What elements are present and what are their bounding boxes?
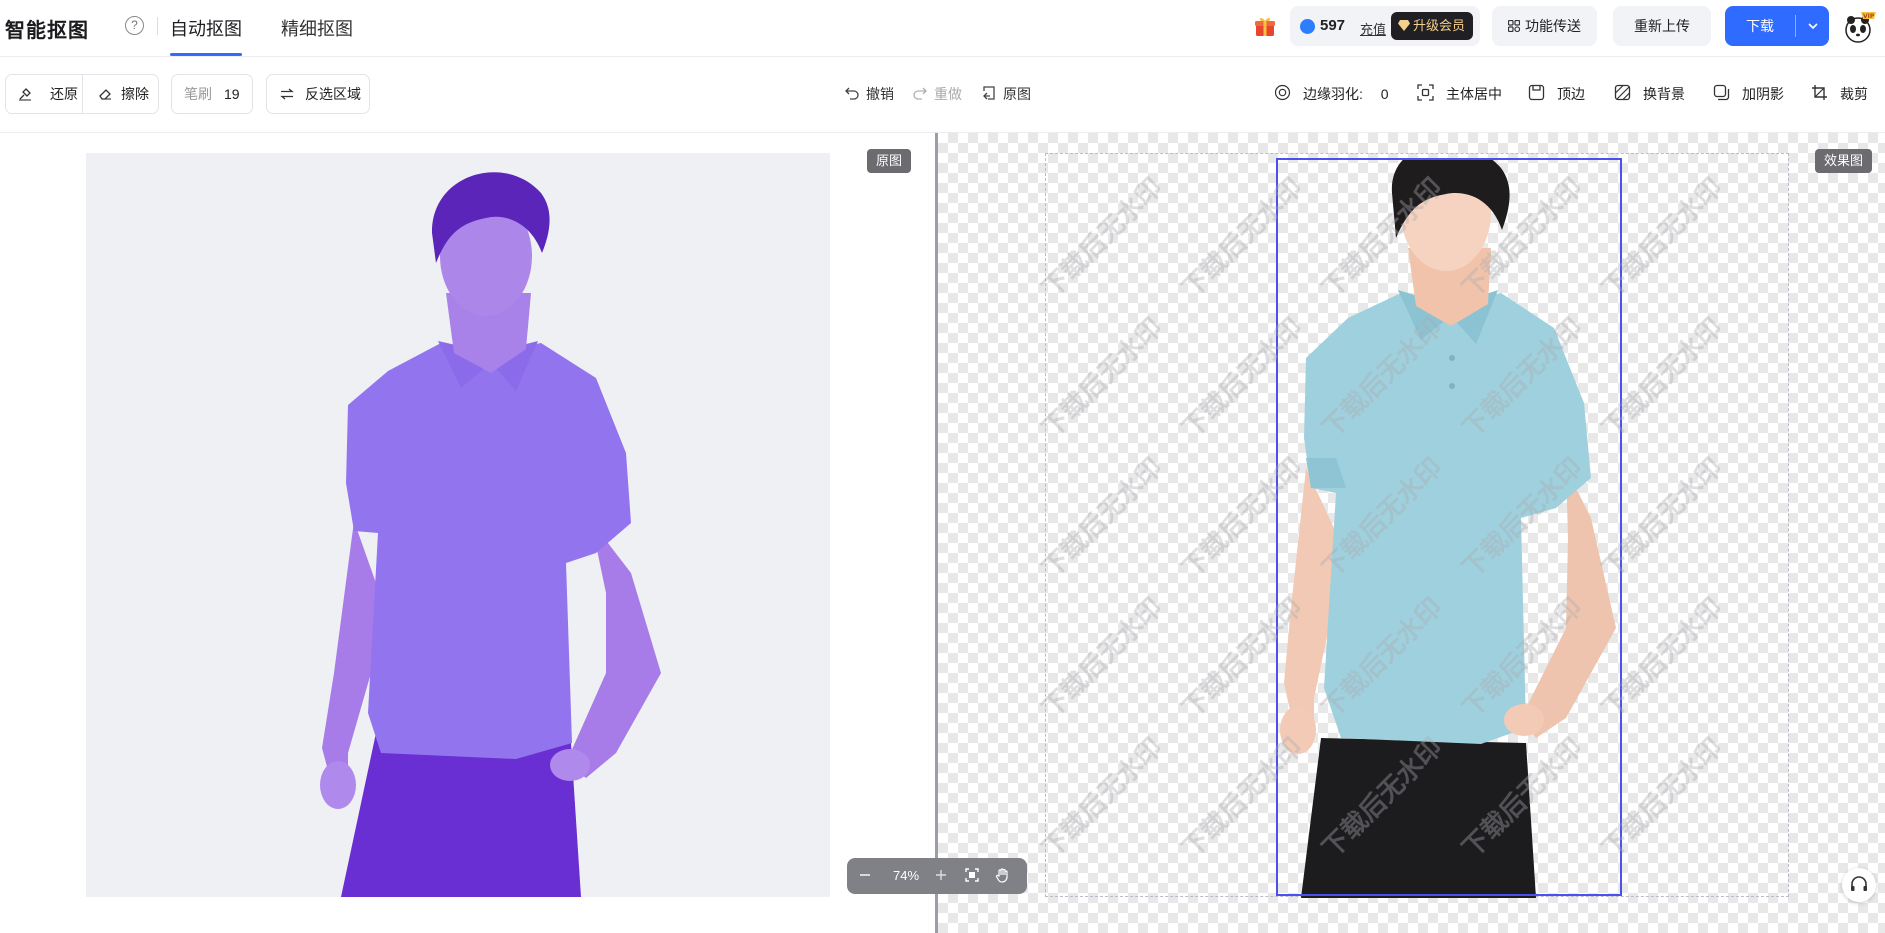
vip-badge-text: VIP <box>1863 13 1875 20</box>
feather-label: 边缘羽化: <box>1303 86 1363 102</box>
undo-icon <box>845 87 859 100</box>
coin-count: 597 <box>1320 17 1346 34</box>
center-focus-icon <box>1417 84 1434 101</box>
fit-screen-icon <box>965 868 979 882</box>
coin-balance-panel: 597 充值 升级会员 <box>1290 6 1480 46</box>
header-divider <box>157 17 158 35</box>
headset-icon <box>1851 876 1867 891</box>
pan-hand-button[interactable] <box>991 858 1015 894</box>
erase-label: 擦除 <box>121 86 149 102</box>
original-image-icon <box>983 86 995 100</box>
add-shadow-label: 加阴影 <box>1742 86 1784 102</box>
customer-support-button[interactable] <box>1842 868 1876 902</box>
invert-selection-inner: 反选区域 <box>267 75 369 113</box>
chevron-down-icon[interactable] <box>1806 19 1820 33</box>
redo-label: 重做 <box>934 86 962 102</box>
app-logo: 智能抠图 <box>5 20 89 42</box>
swap-arrows-icon <box>280 88 294 100</box>
edit-toolbar: 还原 擦除 笔刷 19 反选区域 撤销 重做 原图 边缘羽化: 0 主体居中 顶… <box>0 57 1885 133</box>
result-canvas[interactable]: 下载后无水印 下载后无水印 下载后无水印 下载后无水印 下载后无水印 下载后无水… <box>938 133 1885 933</box>
redo-button[interactable]: 重做 <box>912 84 962 104</box>
top-header: 智能抠图 ? 自动抠图 精细抠图 597 充值 升级会员 功能传送 重新上传 下… <box>0 0 1885 57</box>
help-icon[interactable]: ? <box>125 16 144 35</box>
view-original-label: 原图 <box>1003 86 1031 102</box>
masked-person-image <box>320 172 661 897</box>
user-avatar[interactable]: VIP <box>1843 10 1877 44</box>
feather-icon <box>1274 84 1291 101</box>
restore-label: 还原 <box>50 86 78 102</box>
upgrade-vip-button[interactable]: 升级会员 <box>1391 12 1473 40</box>
download-button[interactable]: 下载 <box>1725 6 1829 46</box>
gift-icon[interactable] <box>1253 14 1277 38</box>
plus-icon <box>936 870 946 880</box>
restore-brush-icon <box>19 88 31 101</box>
align-top-label: 顶边 <box>1557 86 1585 102</box>
original-tag: 原图 <box>867 149 912 173</box>
crop-icon <box>1812 85 1827 100</box>
redo-icon <box>913 87 927 100</box>
invert-selection-button[interactable]: 反选区域 <box>266 74 370 114</box>
invert-selection-label: 反选区域 <box>305 86 361 102</box>
zoom-in-button[interactable] <box>931 858 951 894</box>
coin-icon <box>1300 19 1315 34</box>
restore-button[interactable]: 还原 <box>6 75 82 113</box>
hand-icon <box>995 868 1008 883</box>
reupload-button[interactable]: 重新上传 <box>1613 6 1711 46</box>
fit-screen-button[interactable] <box>961 858 983 894</box>
active-tab-indicator <box>170 53 242 56</box>
align-top-button[interactable]: 顶边 <box>1528 84 1585 104</box>
crop-button[interactable]: 裁剪 <box>1811 84 1868 104</box>
feather-value[interactable]: 0 <box>1381 86 1389 102</box>
crop-label: 裁剪 <box>1840 86 1868 102</box>
eraser-icon <box>99 89 111 100</box>
original-photo[interactable] <box>86 153 830 897</box>
top-edge-icon <box>1528 84 1545 101</box>
brush-label: 笔刷 <box>184 86 212 102</box>
zoom-control: 74% <box>847 858 1027 894</box>
change-background-button[interactable]: 换背景 <box>1614 84 1685 104</box>
upgrade-vip-label: 升级会员 <box>1413 18 1466 33</box>
background-hatch-icon <box>1614 84 1631 101</box>
tab-fine-cutout[interactable]: 精细抠图 <box>281 15 353 41</box>
undo-label: 撤销 <box>866 86 894 102</box>
download-label: 下载 <box>1746 18 1774 34</box>
add-shadow-button[interactable]: 加阴影 <box>1713 84 1784 104</box>
edge-feather-control[interactable]: 边缘羽化: 0 <box>1274 84 1389 104</box>
view-original-button[interactable]: 原图 <box>981 84 1031 104</box>
restore-erase-group: 还原 擦除 <box>5 74 159 114</box>
erase-button[interactable]: 擦除 <box>83 75 159 113</box>
original-canvas[interactable]: 原图 <box>0 133 935 933</box>
feature-forward-label: 功能传送 <box>1525 18 1581 34</box>
zoom-level: 74% <box>892 868 920 883</box>
undo-button[interactable]: 撤销 <box>844 84 894 104</box>
brush-size-control[interactable]: 笔刷 19 <box>171 74 253 114</box>
recharge-link[interactable]: 充值 <box>1360 19 1386 38</box>
zoom-out-button[interactable] <box>855 858 875 894</box>
result-tag: 效果图 <box>1815 149 1873 173</box>
change-background-label: 换背景 <box>1643 86 1685 102</box>
brush-size-value[interactable]: 19 <box>224 75 240 113</box>
download-divider <box>1795 15 1796 37</box>
grid-icon <box>1508 20 1520 32</box>
shadow-icon <box>1713 84 1730 101</box>
center-subject-button[interactable]: 主体居中 <box>1417 84 1502 104</box>
minus-icon <box>860 874 870 876</box>
tab-auto-cutout[interactable]: 自动抠图 <box>170 15 242 41</box>
feature-forward-button[interactable]: 功能传送 <box>1492 6 1597 46</box>
diamond-icon <box>1398 20 1410 31</box>
center-subject-label: 主体居中 <box>1446 86 1502 102</box>
